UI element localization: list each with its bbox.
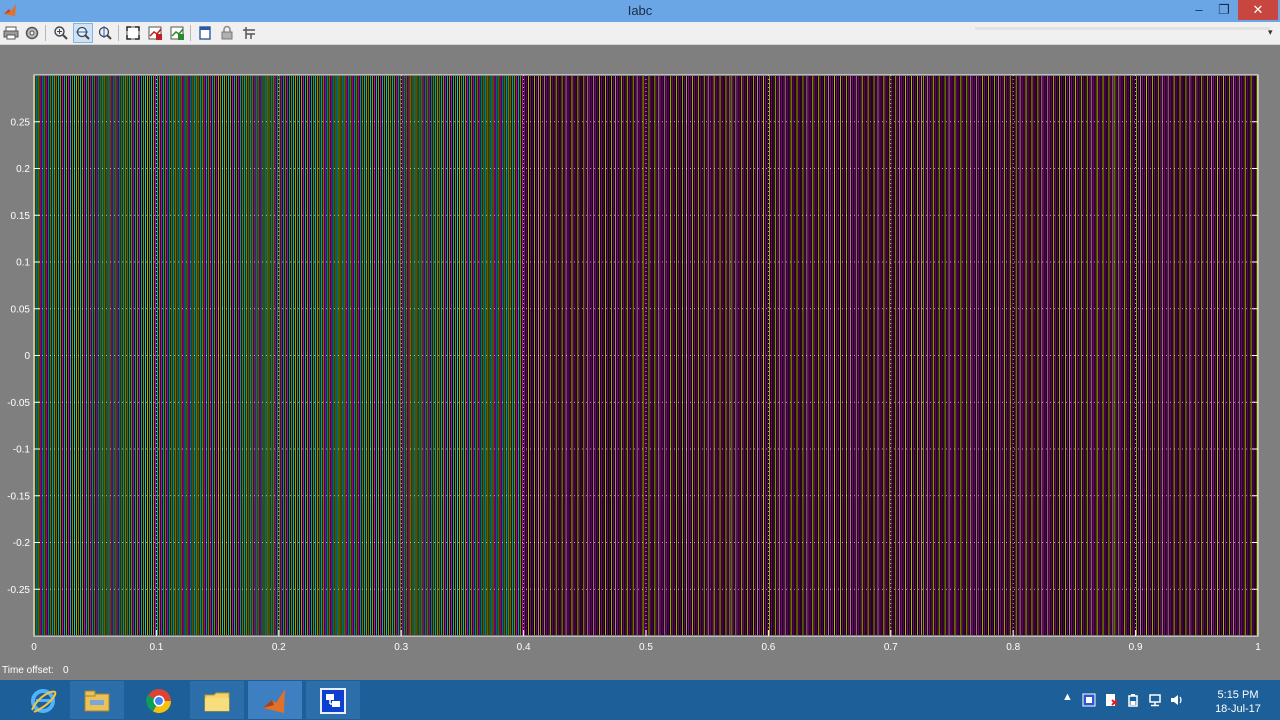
x-tick-label: 0.3	[394, 642, 408, 653]
taskbar: ▲ 5:15 PM 18-Jul-17	[0, 680, 1280, 720]
signal-selection-icon[interactable]	[240, 24, 258, 42]
y-tick-label: -0.1	[13, 445, 31, 456]
restore-axes-icon[interactable]	[168, 24, 186, 42]
x-tick-label: 0.7	[884, 642, 898, 653]
toolbar-separator	[118, 25, 119, 41]
toolbar-scroll-track[interactable]	[975, 27, 1270, 30]
y-tick-label: 0.1	[16, 258, 30, 269]
time-offset-label: Time offset:	[2, 665, 54, 676]
parameters-icon[interactable]	[23, 24, 41, 42]
scope-plot[interactable]: 0 0.1 0.2 0.3 0.4 0.5 0.6 0.7 0.8 0.9 1 0.25 0.2 0.1…	[0, 45, 1280, 663]
taskbar-file-explorer[interactable]	[70, 681, 124, 719]
power-icon[interactable]	[1126, 693, 1140, 707]
remote-desktop-icon[interactable]	[1082, 693, 1096, 707]
taskbar-matlab[interactable]	[248, 681, 302, 719]
clock-date: 18-Jul-17	[1215, 703, 1261, 715]
taskbar-simulink-scope[interactable]	[306, 681, 360, 719]
x-tick-label: 0.4	[517, 642, 531, 653]
lock-icon[interactable]	[218, 24, 236, 42]
x-tick-label: 0.6	[761, 642, 775, 653]
minimize-button[interactable]: –	[1186, 0, 1212, 20]
y-tick-label: 0.15	[11, 211, 31, 222]
y-tick-label: 0.2	[16, 164, 30, 175]
y-tick-label: 0.25	[11, 117, 31, 128]
title-bar[interactable]: Iabc – ❐ ✕	[0, 0, 1280, 22]
x-tick-label: 0.2	[272, 642, 286, 653]
matlab-icon	[263, 689, 285, 713]
simulink-scope-icon	[320, 688, 346, 714]
close-button[interactable]: ✕	[1238, 0, 1278, 20]
zoom-x-icon[interactable]	[73, 23, 93, 43]
x-tick-label: 0.5	[639, 642, 653, 653]
toolbar-overflow-icon[interactable]: ▾	[1268, 27, 1273, 38]
show-hidden-icons-icon[interactable]: ▲	[1062, 691, 1076, 705]
maximize-button[interactable]: ❐	[1212, 0, 1236, 20]
network-icon[interactable]	[1148, 693, 1162, 707]
taskbar-chrome[interactable]	[132, 681, 186, 719]
x-tick-label: 0.1	[149, 642, 163, 653]
system-tray: ▲	[1058, 680, 1198, 720]
file-explorer-icon	[84, 690, 110, 712]
toolbar-separator	[190, 25, 191, 41]
taskbar-internet-explorer[interactable]	[16, 681, 70, 719]
taskbar-clock[interactable]: 5:15 PM 18-Jul-17	[1200, 688, 1276, 716]
float-icon[interactable]	[196, 24, 214, 42]
y-tick-label: -0.15	[7, 491, 30, 502]
x-tick-label: 0.9	[1129, 642, 1143, 653]
folder-icon	[204, 692, 230, 712]
toolbar-separator	[45, 25, 46, 41]
window-title: Iabc	[627, 3, 653, 18]
scope-window: Iabc – ❐ ✕ ▾ 0 0.1 0.2 0.3 0.4 0.5 0.6 0…	[0, 0, 1280, 720]
clock-time: 5:15 PM	[1217, 689, 1259, 701]
x-tick-label: 1	[1255, 642, 1261, 653]
chrome-icon	[146, 689, 171, 714]
taskbar-folder[interactable]	[190, 681, 244, 719]
volume-icon[interactable]	[1170, 693, 1184, 707]
toolbar	[0, 22, 1280, 45]
autoscale-icon[interactable]	[124, 24, 142, 42]
y-tick-label: -0.25	[7, 585, 30, 596]
time-offset-value: 0	[63, 665, 69, 676]
internet-explorer-icon	[31, 689, 57, 713]
zoom-y-icon[interactable]	[96, 24, 114, 42]
print-icon[interactable]	[2, 24, 20, 42]
y-tick-label: -0.2	[13, 538, 31, 549]
zoom-in-icon[interactable]	[52, 24, 70, 42]
save-axes-icon[interactable]	[146, 24, 164, 42]
x-tick-label: 0.8	[1006, 642, 1020, 653]
action-center-icon[interactable]	[1104, 693, 1118, 707]
x-tick-label: 0	[31, 642, 37, 653]
y-tick-label: 0.05	[11, 304, 31, 315]
status-bar: Time offset: 0	[0, 663, 1280, 680]
y-tick-label: -0.05	[7, 398, 30, 409]
y-tick-label: 0	[24, 351, 30, 362]
